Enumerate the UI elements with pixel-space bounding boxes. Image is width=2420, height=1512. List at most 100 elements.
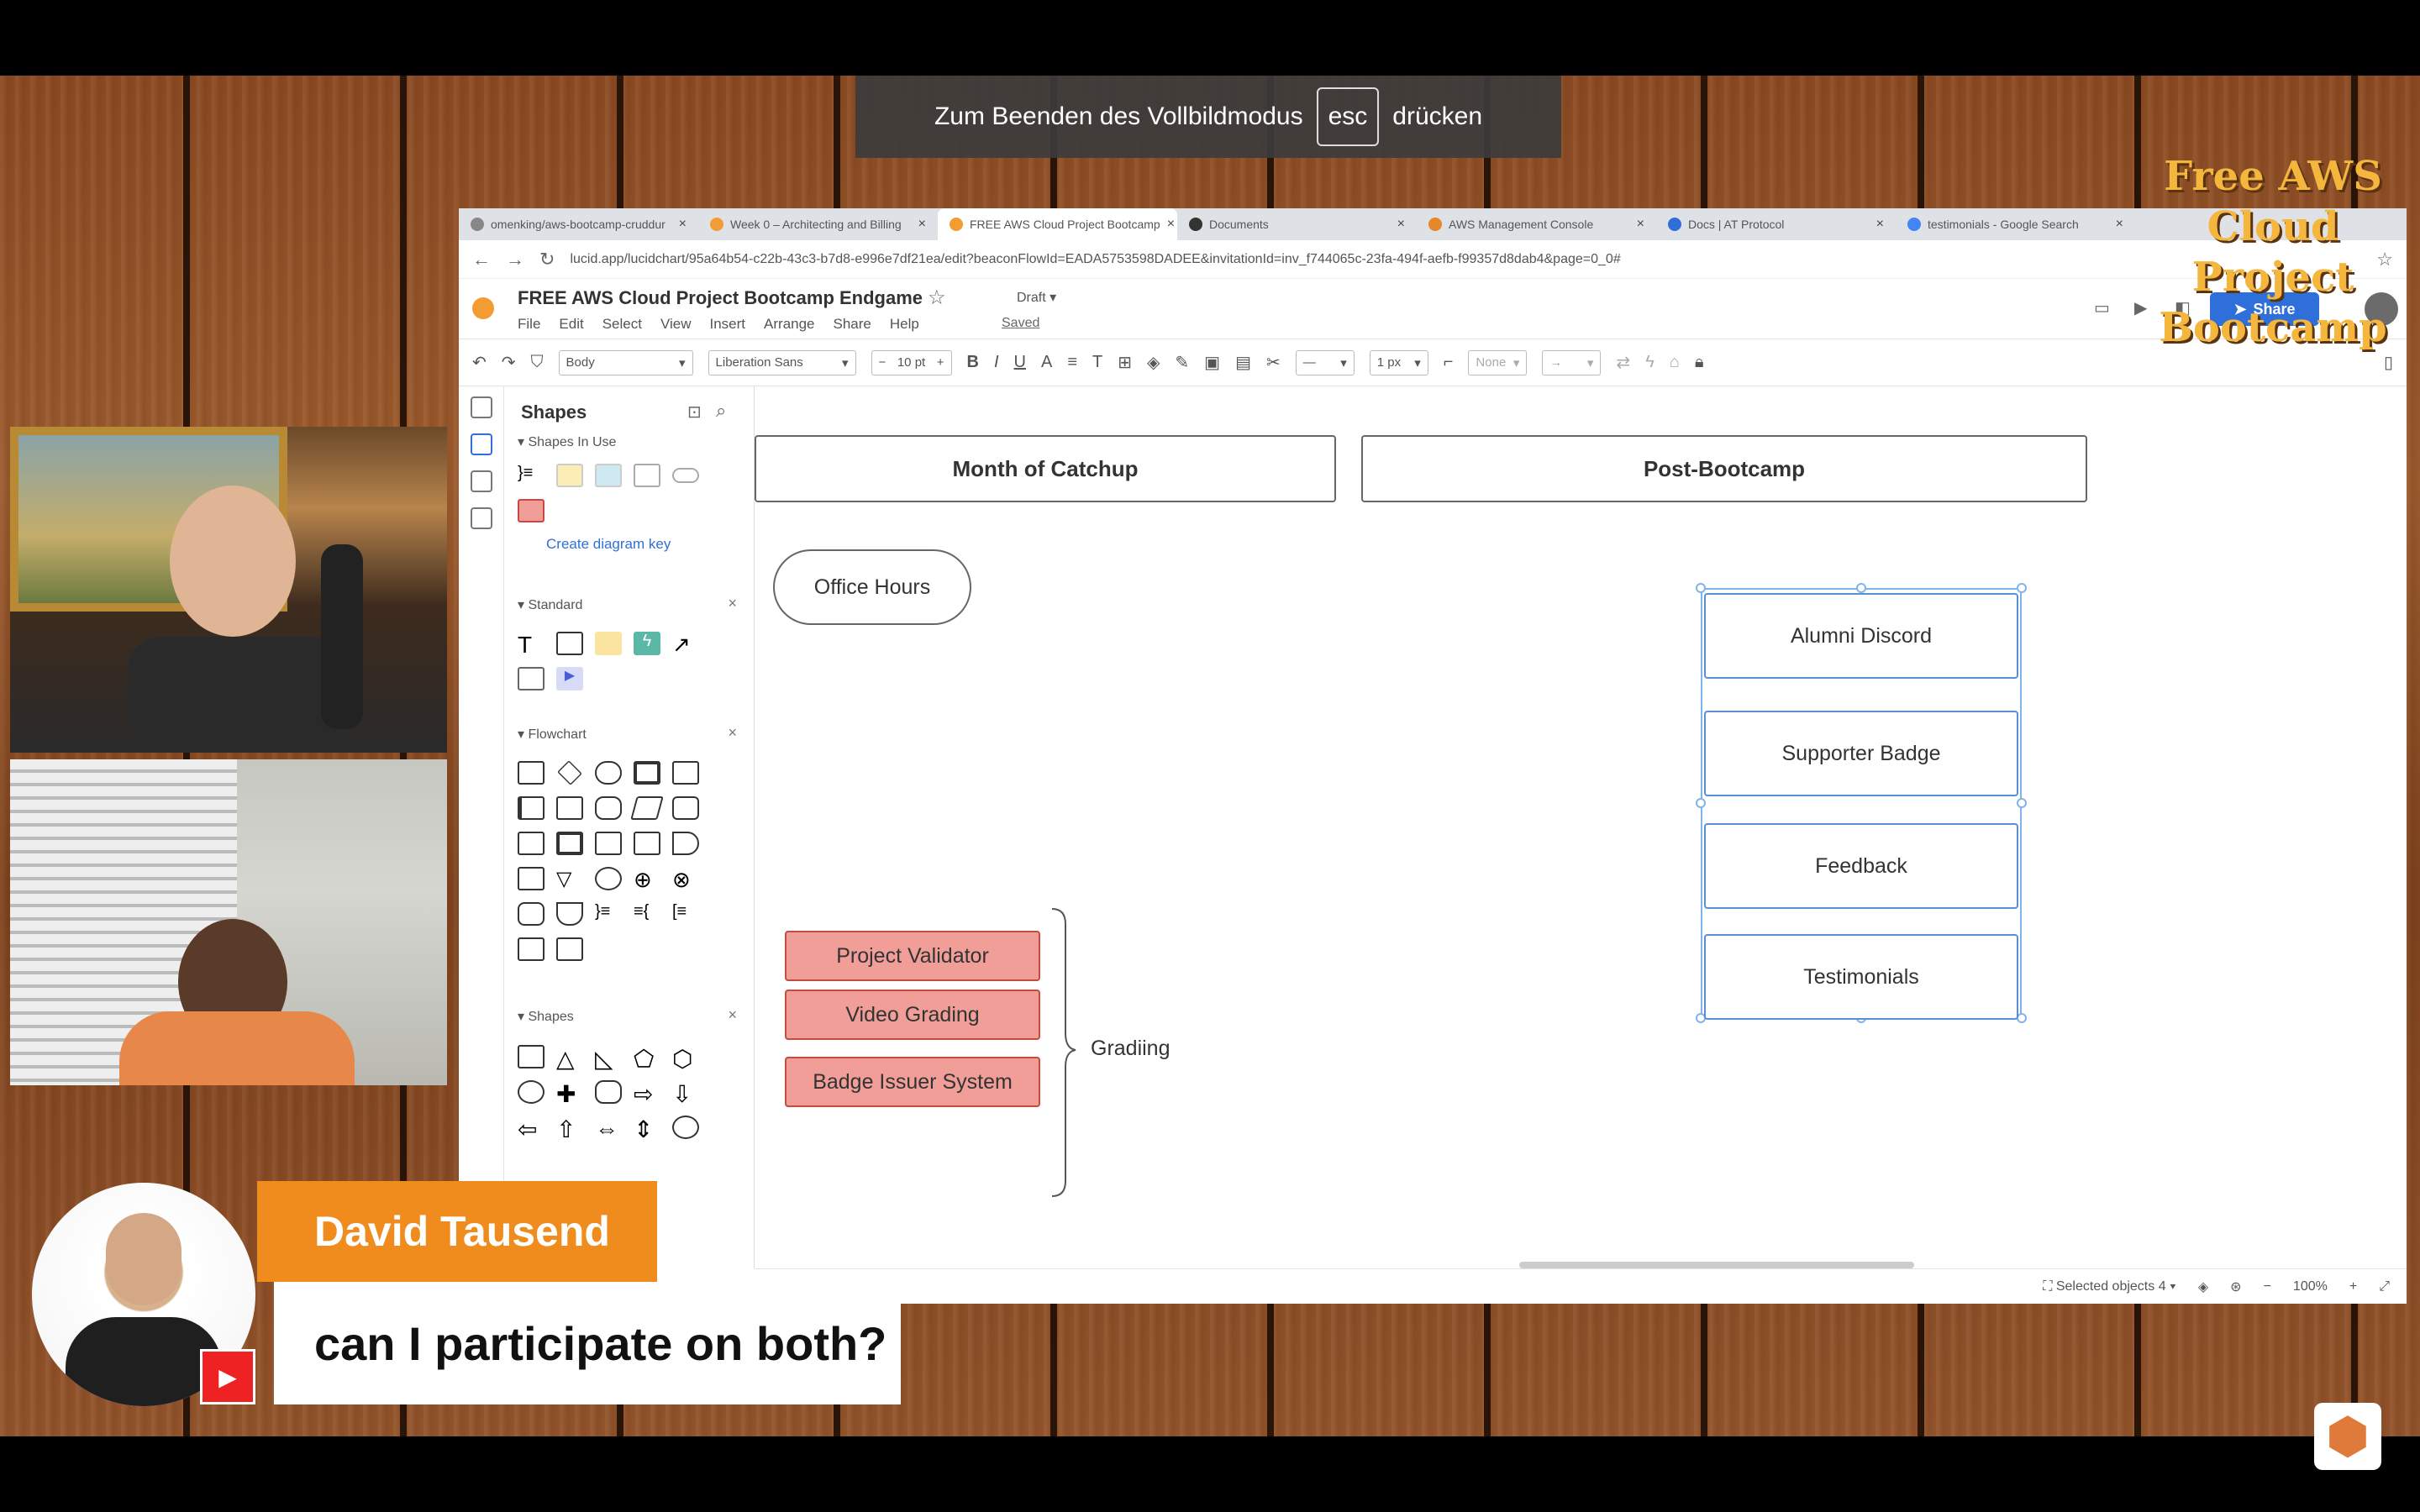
preparation-shape[interactable] xyxy=(595,796,622,820)
line-start-select[interactable]: None ▾ xyxy=(1468,349,1528,375)
close-icon[interactable]: × xyxy=(728,595,737,612)
connector-shape[interactable] xyxy=(595,867,622,890)
octagon-shape[interactable] xyxy=(595,1080,622,1104)
brace-shape[interactable]: }≡ xyxy=(518,464,544,487)
actions-icon[interactable]: ϟ xyxy=(1645,353,1655,372)
panel-toggle-icon[interactable]: ▯ xyxy=(2384,352,2393,373)
triangle-shape[interactable]: △ xyxy=(556,1045,583,1072)
off-page-shape[interactable] xyxy=(518,867,544,890)
menu-arrange[interactable]: Arrange xyxy=(764,316,814,333)
selection-handle[interactable] xyxy=(1696,798,1706,808)
bold-icon[interactable]: B xyxy=(967,353,979,372)
reload-icon[interactable]: ↻ xyxy=(539,249,555,270)
font-size-stepper[interactable]: −10 pt + xyxy=(871,349,952,375)
pentagon-shape[interactable]: ⬠ xyxy=(634,1045,660,1072)
close-icon[interactable]: × xyxy=(728,724,737,742)
browser-tab-active[interactable]: FREE AWS Cloud Project Bootcamp × xyxy=(938,208,1177,240)
browser-tab[interactable]: AWS Management Console × xyxy=(1417,208,1656,240)
alumni-discord-node[interactable]: Alumni Discord xyxy=(1704,593,2018,679)
supporter-badge-node[interactable]: Supporter Badge xyxy=(1704,711,2018,796)
saved-indicator[interactable]: Saved xyxy=(1002,316,1039,331)
section-shapes[interactable]: ▾ Shapes xyxy=(518,1008,574,1025)
annotation-shape[interactable]: }≡ xyxy=(595,902,622,926)
database-shape[interactable] xyxy=(672,796,699,820)
search-icon[interactable]: ⌕ xyxy=(716,400,726,422)
browser-tab[interactable]: Docs | AT Protocol × xyxy=(1656,208,1896,240)
section-shapes-in-use[interactable]: ▾ Shapes In Use xyxy=(518,433,616,450)
shadow-icon[interactable]: ▣ xyxy=(1204,352,1220,373)
text-options-icon[interactable]: T xyxy=(1092,353,1102,372)
lock-icon[interactable]: 🔒︎ xyxy=(1695,353,1704,372)
redo-icon[interactable]: ↷ xyxy=(502,352,516,373)
effects-icon[interactable]: ✂ xyxy=(1266,352,1281,373)
up-arrow-shape[interactable]: ⇧ xyxy=(556,1116,583,1142)
right-arrow-shape[interactable]: ⇨ xyxy=(634,1080,660,1107)
grading-brace[interactable] xyxy=(1049,907,1082,1201)
grading-label[interactable]: Gradiing xyxy=(1091,1023,1192,1074)
data-linking-icon[interactable] xyxy=(471,507,492,529)
browser-tab[interactable]: omenking/aws-bootcamp-cruddur × xyxy=(459,208,698,240)
testimonials-node[interactable]: Testimonials xyxy=(1704,934,2018,1020)
line-color-icon[interactable]: ✎ xyxy=(1175,352,1189,373)
lucid-logo-icon[interactable] xyxy=(472,297,494,319)
selection-handle[interactable] xyxy=(2017,583,2027,593)
style-select[interactable]: Body ▾ xyxy=(558,349,693,375)
fill-color-icon[interactable]: ◈ xyxy=(1147,352,1160,373)
selection-handle[interactable] xyxy=(2017,798,2027,808)
zoom-level[interactable]: 100% xyxy=(2293,1279,2328,1294)
decision-shape[interactable] xyxy=(557,760,582,785)
line-width-select[interactable]: 1 px ▾ xyxy=(1369,349,1428,375)
line-shape-icon[interactable]: ⌐ xyxy=(1444,353,1454,372)
selection-handle[interactable] xyxy=(1696,583,1706,593)
play-shape[interactable]: ▶ xyxy=(556,667,583,690)
font-select[interactable]: Liberation Sans ▾ xyxy=(708,349,856,375)
italic-icon[interactable]: I xyxy=(994,353,999,372)
menu-share[interactable]: Share xyxy=(834,316,871,333)
or-shape[interactable]: ⊕ xyxy=(634,867,660,892)
lightning-icon[interactable]: ϟ xyxy=(634,632,660,655)
card-shape[interactable] xyxy=(556,796,583,820)
text-color-icon[interactable]: A xyxy=(1041,353,1052,372)
badge-issuer-system-node[interactable]: Badge Issuer System xyxy=(785,1057,1040,1107)
data-icon[interactable]: ⌂ xyxy=(1670,353,1680,372)
horizontal-double-arrow-shape[interactable]: ⇔ xyxy=(595,1116,622,1142)
image-search-icon[interactable]: ⊡ xyxy=(687,402,702,423)
menu-view[interactable]: View xyxy=(660,316,692,333)
loop-limit-shape[interactable] xyxy=(518,902,544,926)
line-style-select[interactable]: — ▾ xyxy=(1295,349,1355,375)
arrow-line-shape[interactable]: ↗ xyxy=(672,632,699,657)
merge-shape[interactable]: ▽ xyxy=(556,867,583,890)
close-icon[interactable]: × xyxy=(1167,217,1175,232)
selection-handle[interactable] xyxy=(1856,583,1866,593)
table-icon[interactable]: ⊞ xyxy=(1118,352,1132,373)
lane-header-month-of-catchup[interactable]: Month of Catchup xyxy=(755,435,1336,502)
circle-shape[interactable] xyxy=(518,1080,544,1104)
list-shape[interactable] xyxy=(518,667,544,690)
ellipse-shape[interactable] xyxy=(672,1116,699,1139)
red-rect-shape[interactable] xyxy=(518,499,544,522)
terminator-shape[interactable] xyxy=(595,761,622,785)
close-icon[interactable]: × xyxy=(1637,217,1644,232)
browser-tab[interactable]: Documents × xyxy=(1177,208,1417,240)
diagram-canvas[interactable]: Month of Catchup Post-Bootcamp Office Ho… xyxy=(755,386,2407,1268)
brace-note-shape[interactable]: ≡{ xyxy=(634,902,660,926)
text-shape[interactable]: T xyxy=(518,632,544,658)
summing-junction-shape[interactable]: ⊗ xyxy=(672,867,699,892)
forward-icon[interactable]: → xyxy=(506,249,524,270)
favorite-star-icon[interactable]: ☆ xyxy=(928,286,946,310)
close-icon[interactable]: × xyxy=(1876,217,1884,232)
selected-objects-indicator[interactable]: ⛶ Selected objects 4 ▾ xyxy=(2043,1279,2176,1294)
right-triangle-shape[interactable]: ◺ xyxy=(595,1045,622,1072)
office-hours-node[interactable]: Office Hours xyxy=(773,549,971,625)
url-field[interactable]: lucid.app/lucidchart/95a64b54-c22b-43c3-… xyxy=(570,252,2361,267)
section-flowchart[interactable]: ▾ Flowchart xyxy=(518,726,587,743)
table-shape[interactable] xyxy=(556,937,583,961)
close-icon[interactable]: × xyxy=(918,217,926,232)
data-shape[interactable] xyxy=(630,796,664,820)
underline-icon[interactable]: U xyxy=(1014,353,1026,372)
predefined-process-shape[interactable] xyxy=(634,761,660,785)
close-icon[interactable]: × xyxy=(679,217,687,232)
manual-input-shape[interactable] xyxy=(595,832,622,855)
menu-file[interactable]: File xyxy=(518,316,540,333)
menu-select[interactable]: Select xyxy=(602,316,642,333)
